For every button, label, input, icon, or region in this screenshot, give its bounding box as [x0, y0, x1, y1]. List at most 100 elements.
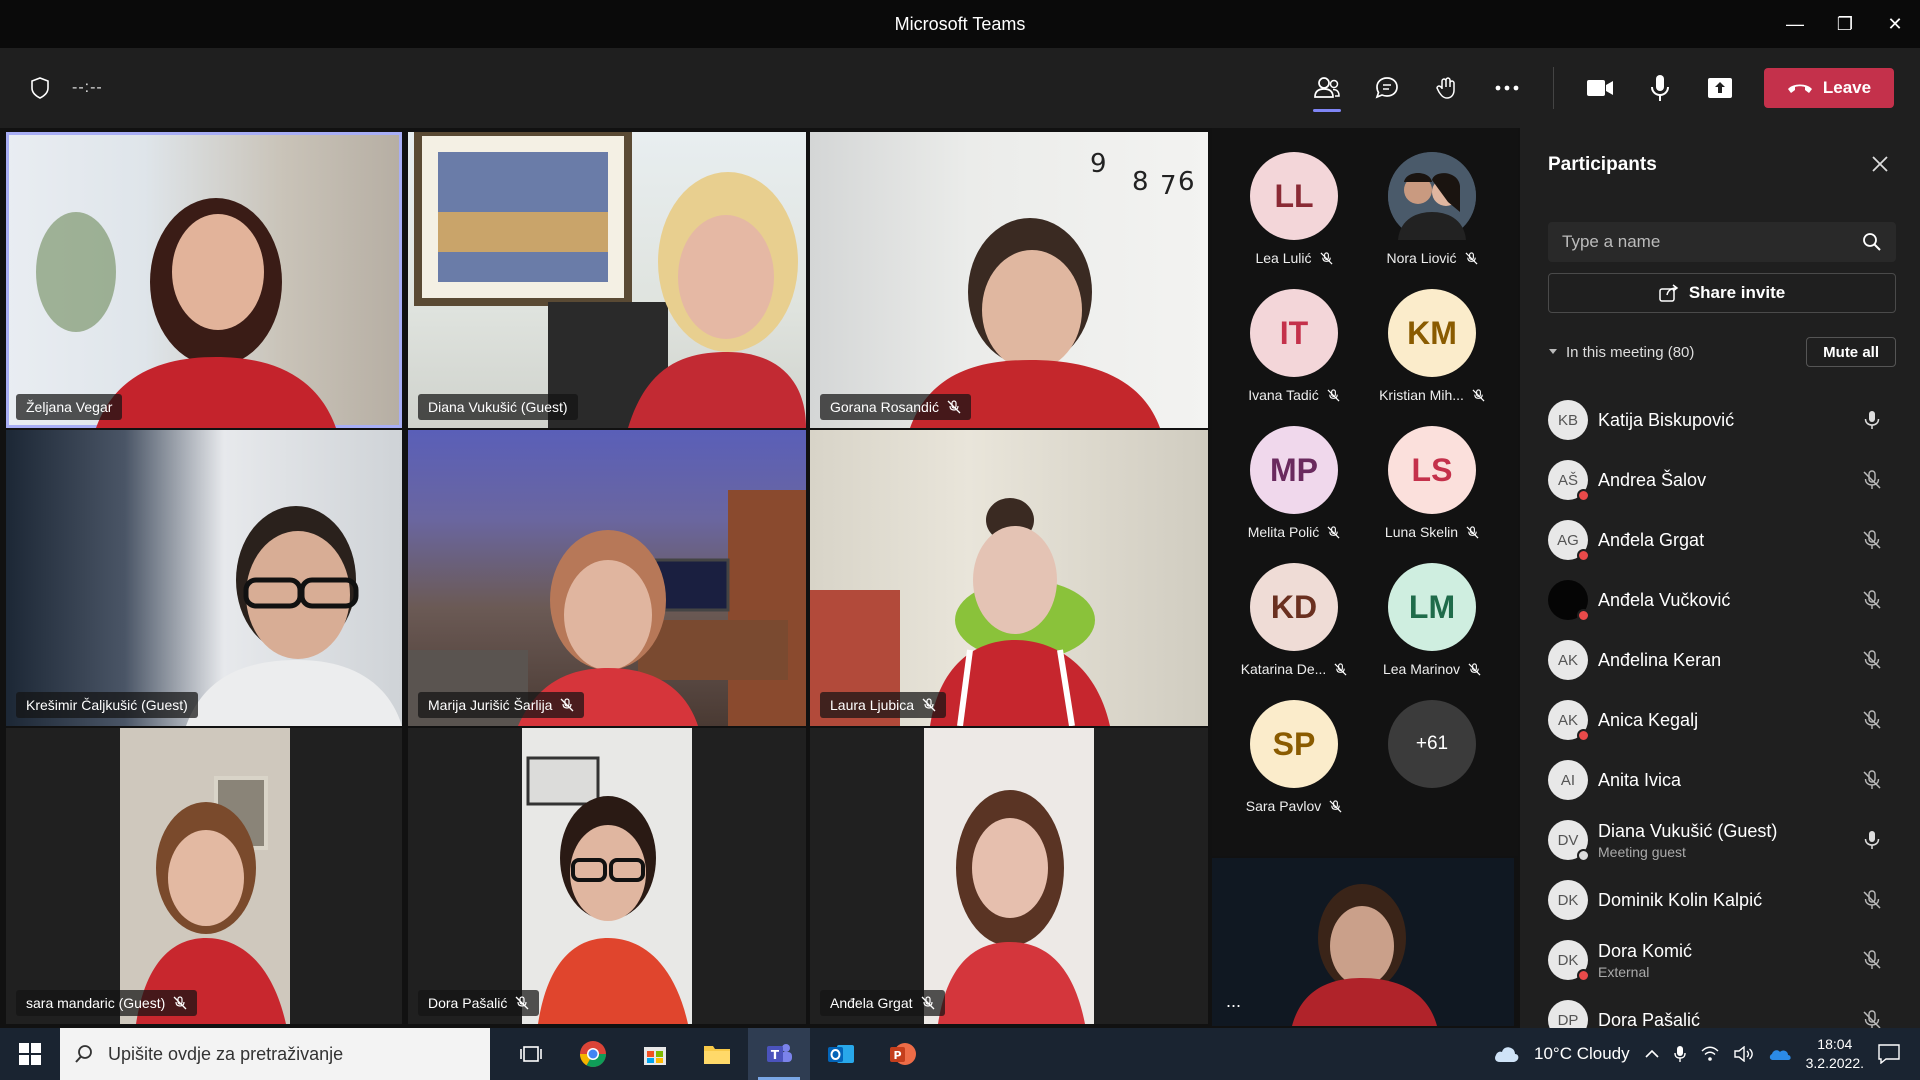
participant-mic-toggle[interactable]: [1862, 470, 1882, 490]
participant-row[interactable]: Anđela Vučković: [1548, 570, 1908, 630]
chat-icon: [1375, 77, 1398, 99]
volume-icon[interactable]: [1733, 1046, 1754, 1062]
participant-row[interactable]: DV Diana Vukušić (Guest) Meeting guest: [1548, 810, 1908, 870]
video-tile[interactable]: Dora Pašalić: [408, 728, 806, 1024]
video-tile[interactable]: 9 8 7 6 Gorana Rosandić: [810, 132, 1208, 428]
share-invite-button[interactable]: Share invite: [1548, 273, 1896, 313]
self-more-options[interactable]: ...: [1226, 991, 1241, 1012]
microphone-button[interactable]: [1630, 58, 1690, 118]
reactions-button[interactable]: [1417, 58, 1477, 118]
onedrive-icon[interactable]: [1768, 1047, 1792, 1061]
participant-mic-toggle[interactable]: [1862, 530, 1882, 550]
participant-mic-toggle[interactable]: [1862, 1010, 1882, 1030]
roster-participant[interactable]: LS Luna Skelin: [1362, 426, 1502, 556]
participant-mic-toggle[interactable]: [1862, 770, 1882, 790]
chrome-icon: [579, 1041, 607, 1068]
self-video-preview[interactable]: ...: [1212, 858, 1514, 1026]
more-icon: [1495, 85, 1519, 91]
mute-all-button[interactable]: Mute all: [1806, 337, 1896, 367]
roster-participant[interactable]: MP Melita Polić: [1224, 426, 1364, 556]
video-tile[interactable]: Krešimir Čaljkušić (Guest): [6, 430, 402, 726]
outlook-app[interactable]: [810, 1028, 872, 1080]
search-input[interactable]: [1562, 232, 1862, 252]
video-tile[interactable]: Anđela Grgat: [810, 728, 1208, 1024]
participant-row[interactable]: AI Anita Ivica: [1548, 750, 1908, 810]
weather-text[interactable]: 10°C Cloudy: [1534, 1044, 1630, 1064]
video-tile[interactable]: Laura Ljubica: [810, 430, 1208, 726]
participant-mic-toggle[interactable]: [1862, 590, 1882, 610]
minimize-icon[interactable]: —: [1770, 0, 1820, 48]
roster-participant[interactable]: LM Lea Marinov: [1362, 563, 1502, 693]
roster-participant-name: Lea Lulić: [1255, 250, 1333, 266]
video-tile[interactable]: sara mandaric (Guest): [6, 728, 402, 1024]
microphone-tray-icon[interactable]: [1673, 1045, 1686, 1063]
start-button[interactable]: [0, 1028, 60, 1080]
participant-row[interactable]: KB Katija Biskupović: [1548, 390, 1908, 450]
participant-row[interactable]: AŠ Andrea Šalov: [1548, 450, 1908, 510]
avatar: [1548, 580, 1590, 622]
roster-participant[interactable]: Nora Liović: [1362, 152, 1502, 282]
file-explorer-app[interactable]: [686, 1028, 748, 1080]
notifications-icon[interactable]: [1878, 1044, 1900, 1064]
participant-row[interactable]: AK Anđelina Keran: [1548, 630, 1908, 690]
participant-info: Anđela Grgat: [1598, 530, 1862, 551]
roster-participant[interactable]: SP Sara Pavlov: [1224, 700, 1364, 830]
share-screen-button[interactable]: [1690, 58, 1750, 118]
participant-mic-toggle[interactable]: [1862, 710, 1882, 730]
camera-button[interactable]: [1570, 58, 1630, 118]
powerpoint-app[interactable]: P: [872, 1028, 934, 1080]
participant-mic-toggle[interactable]: [1862, 950, 1882, 970]
participant-mic-toggle[interactable]: [1862, 890, 1882, 910]
muted-mic-icon: [1327, 525, 1340, 538]
roster-participant[interactable]: KD Katarina De...: [1224, 563, 1364, 693]
section-toggle[interactable]: In this meeting (80): [1548, 344, 1694, 361]
video-tile[interactable]: Željana Vegar: [6, 132, 402, 428]
taskbar-search[interactable]: Upišite ovdje za pretraživanje: [60, 1028, 490, 1080]
roster-participant[interactable]: +61: [1362, 700, 1502, 830]
participant-silhouette: [414, 132, 806, 428]
participant-mic-toggle[interactable]: [1862, 650, 1882, 670]
chat-button[interactable]: [1357, 58, 1417, 118]
participant-row[interactable]: AK Anica Kegalj: [1548, 690, 1908, 750]
teams-app[interactable]: T: [748, 1028, 810, 1080]
close-icon[interactable]: [1868, 152, 1892, 176]
taskbar-clock[interactable]: 18:04 3.2.2022.: [1806, 1035, 1864, 1073]
people-button[interactable]: [1297, 58, 1357, 118]
participant-row[interactable]: DK Dora Komić External: [1548, 930, 1908, 990]
participant-mic-toggle[interactable]: [1862, 830, 1882, 850]
more-actions-button[interactable]: [1477, 58, 1537, 118]
restore-icon[interactable]: ❐: [1820, 0, 1870, 48]
participant-name-badge: Marija Jurišić Šarlija: [418, 692, 585, 718]
overflow-count: +61: [1388, 700, 1476, 788]
svg-text:P: P: [893, 1049, 901, 1062]
wifi-icon[interactable]: [1700, 1046, 1720, 1062]
participant-silhouette: [810, 498, 1110, 726]
participant-mic-toggle[interactable]: [1862, 410, 1882, 430]
close-window-icon[interactable]: ✕: [1870, 0, 1920, 48]
chevron-up-icon[interactable]: [1644, 1049, 1660, 1059]
video-tile[interactable]: Diana Vukušić (Guest): [408, 132, 806, 428]
roster-participant-name: Nora Liović: [1386, 250, 1478, 266]
leave-button[interactable]: Leave: [1764, 68, 1894, 108]
participant-row[interactable]: AG Anđela Grgat: [1548, 510, 1908, 570]
avatar: KM: [1388, 289, 1476, 377]
store-app[interactable]: [624, 1028, 686, 1080]
task-view-button[interactable]: [500, 1028, 562, 1080]
roster-participant[interactable]: IT Ivana Tadić: [1224, 289, 1364, 419]
participant-silhouette: 9 8 7 6: [910, 149, 1195, 428]
participant-name-badge: Dora Pašalić: [418, 990, 540, 1016]
muted-mic-icon: [1327, 388, 1340, 401]
roster-participant[interactable]: LL Lea Lulić: [1224, 152, 1364, 282]
avatar: MP: [1250, 426, 1338, 514]
search-icon[interactable]: [1862, 232, 1882, 252]
participant-name-badge: sara mandaric (Guest): [16, 990, 198, 1016]
chrome-app[interactable]: [562, 1028, 624, 1080]
participant-row[interactable]: DK Dominik Kolin Kalpić: [1548, 870, 1908, 930]
roster-participant[interactable]: KM Kristian Mih...: [1362, 289, 1502, 419]
participant-silhouette: [120, 728, 290, 1024]
participant-info: Anita Ivica: [1598, 770, 1862, 791]
participant-name: Dora Komić: [1598, 940, 1693, 961]
video-tile[interactable]: Marija Jurišić Šarlija: [408, 430, 806, 726]
presence-indicator: [1577, 609, 1590, 622]
taskbar-apps: T P: [500, 1028, 934, 1080]
